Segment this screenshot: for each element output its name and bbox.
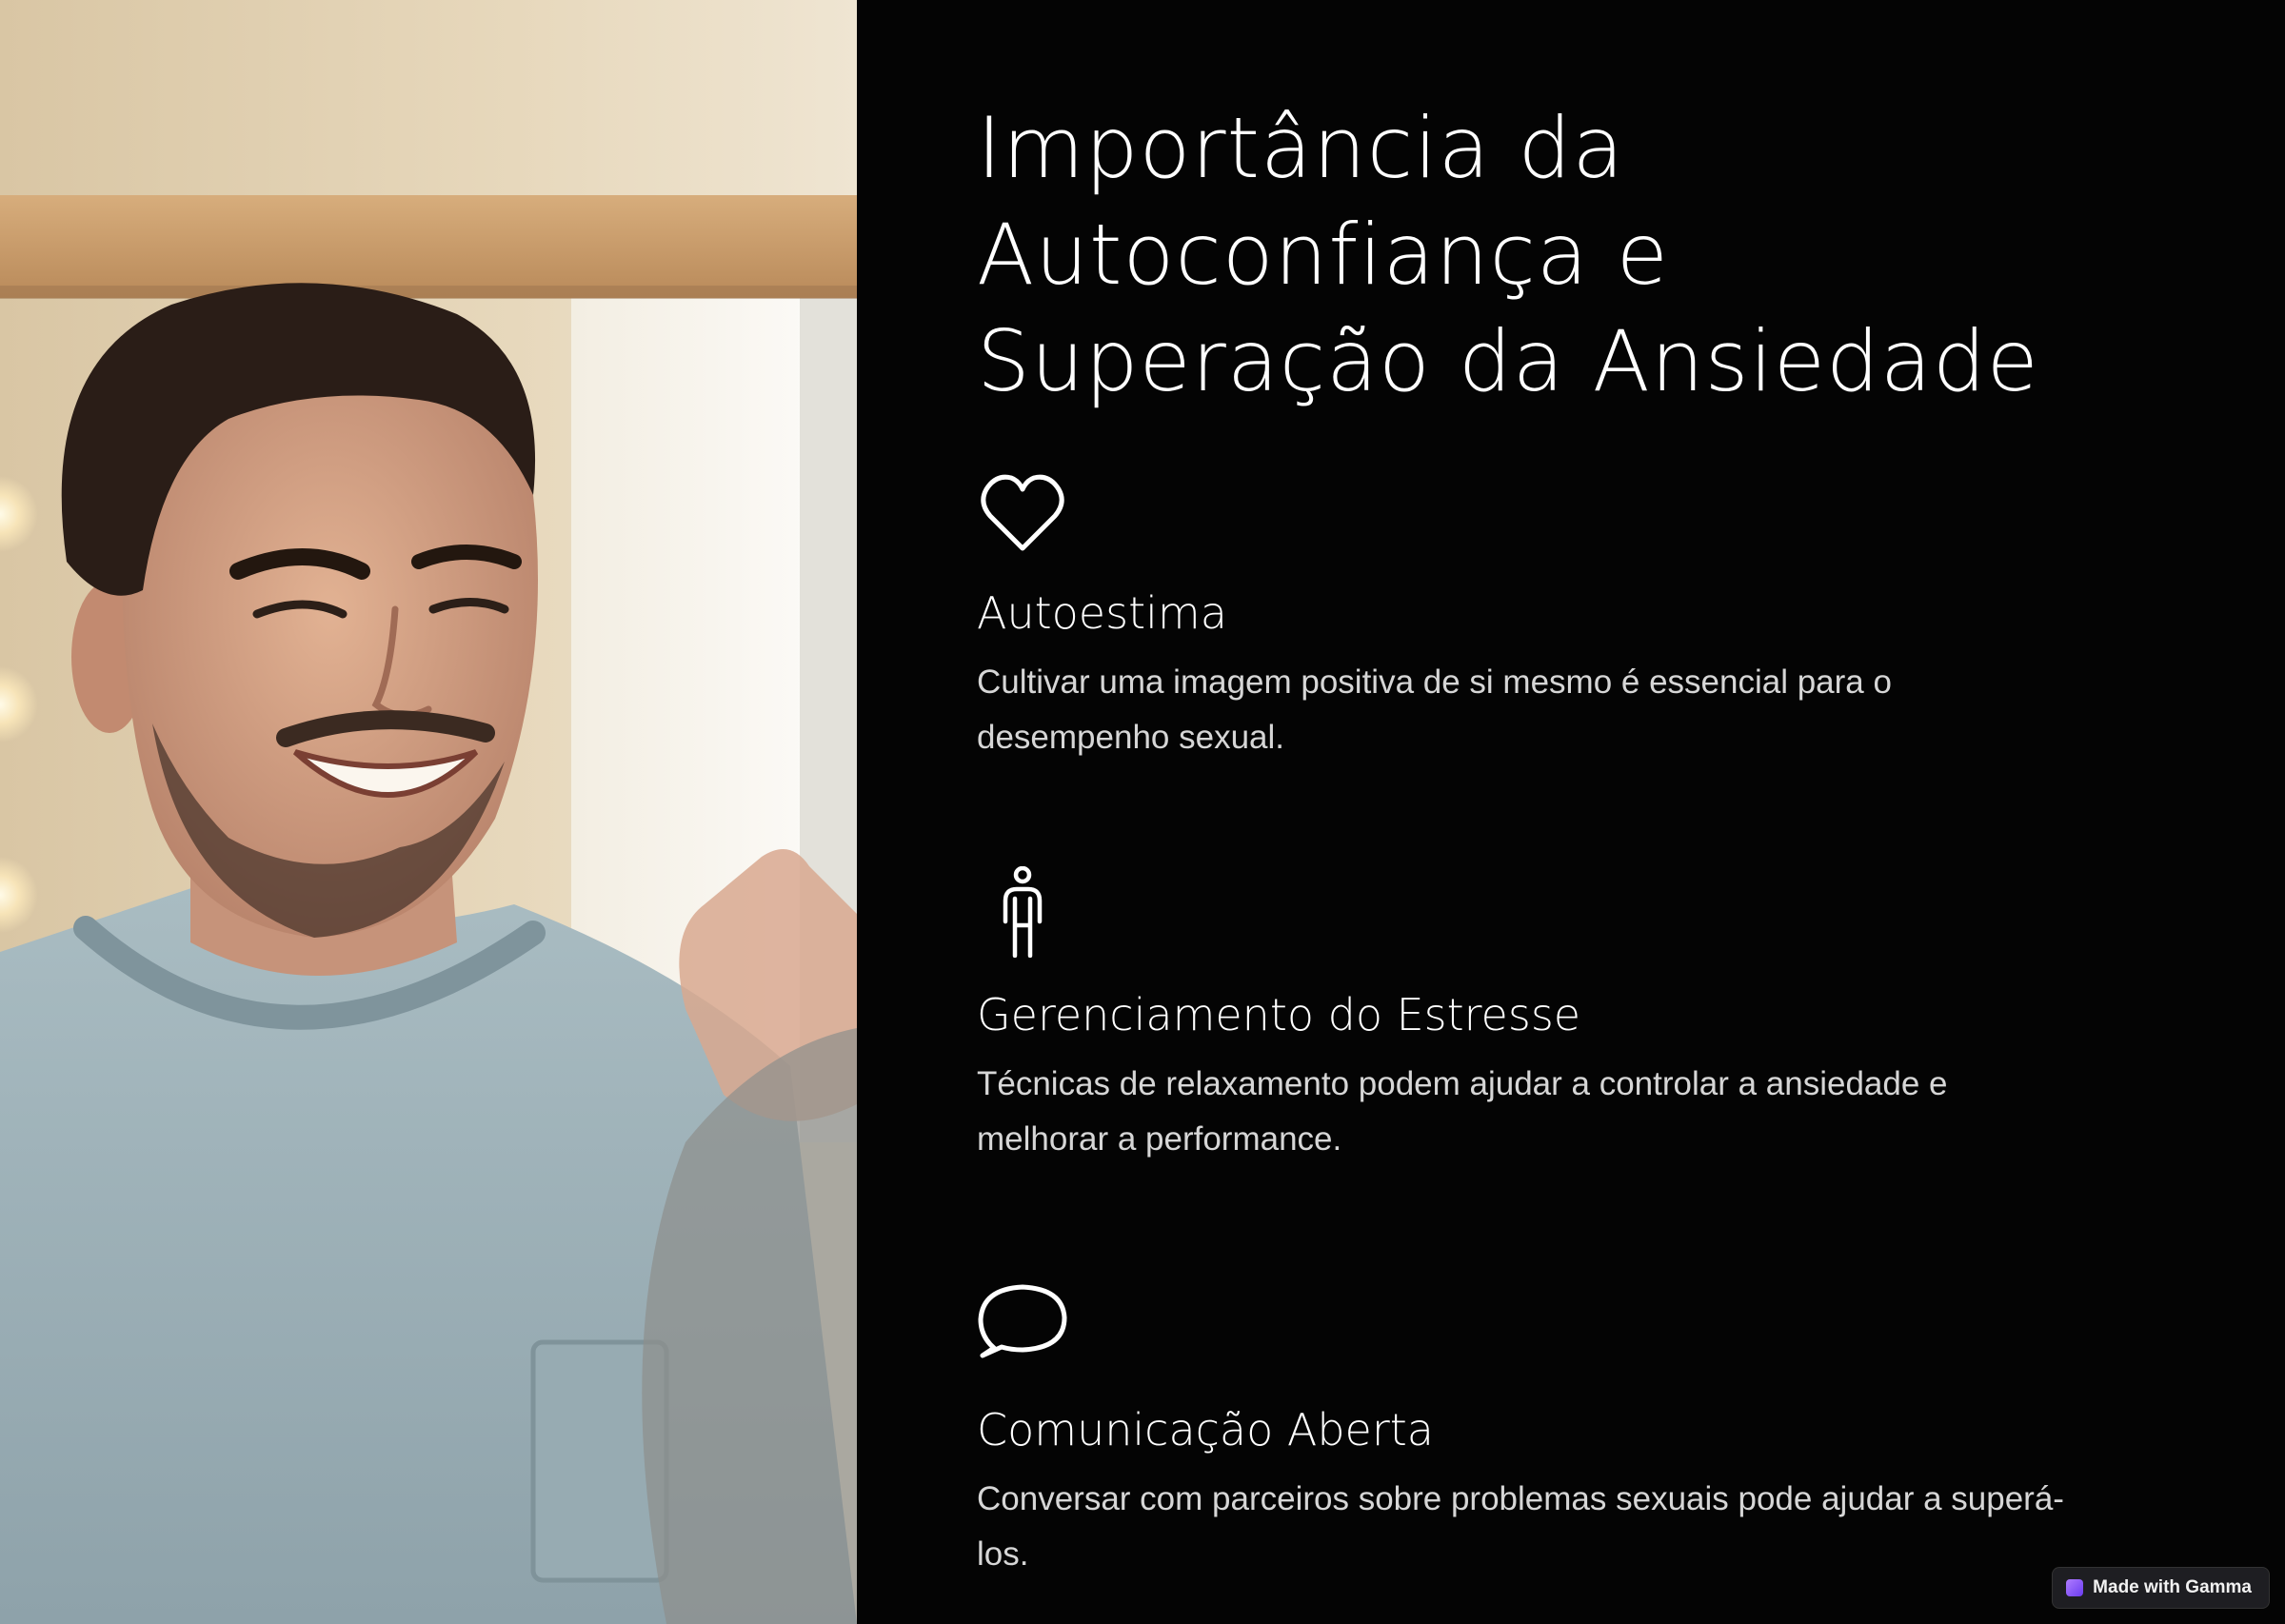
feature-description: Cultivar uma imagem positiva de si mesmo… bbox=[977, 663, 1892, 756]
man-smiling-at-mirror-illustration bbox=[0, 0, 857, 1624]
speech-bubble-icon bbox=[978, 1284, 1067, 1358]
heart-icon bbox=[981, 474, 1064, 551]
badge-label: Made with Gamma bbox=[2093, 1577, 2252, 1597]
feature-autoestima: Autoestima Cultivar uma imagem positiva … bbox=[977, 468, 2072, 765]
feature-gerenciamento-estresse: Gerenciamento do Estresse Técnicas de re… bbox=[977, 866, 2072, 1167]
gamma-logo-icon bbox=[2066, 1579, 2084, 1596]
title-line-3: Superação da Ansiedade bbox=[977, 312, 2039, 410]
feature-comunicacao-aberta: Comunicação Aberta Conversar com parceir… bbox=[977, 1279, 2072, 1582]
feature-heading: Gerenciamento do Estresse bbox=[977, 989, 1581, 1040]
title-line-2: Autoconfiança e bbox=[977, 206, 1669, 304]
person-icon bbox=[1003, 866, 1043, 958]
content-panel: Importância da Autoconfiança e Superação… bbox=[857, 0, 2285, 1624]
feature-description: Técnicas de relaxamento podem ajudar a c… bbox=[977, 1065, 1948, 1158]
title-line-1: Importância da bbox=[977, 99, 1625, 197]
feature-heading: Comunicação Aberta bbox=[977, 1404, 1434, 1456]
feature-heading: Autoestima bbox=[977, 587, 1227, 639]
feature-description: Conversar com parceiros sobre problemas … bbox=[977, 1480, 2064, 1573]
made-with-gamma-badge[interactable]: Made with Gamma bbox=[2052, 1567, 2270, 1609]
slide-title: Importância da Autoconfiança e Superação… bbox=[977, 95, 2119, 415]
slide: Importância da Autoconfiança e Superação… bbox=[0, 0, 2285, 1624]
hero-photo bbox=[0, 0, 857, 1624]
